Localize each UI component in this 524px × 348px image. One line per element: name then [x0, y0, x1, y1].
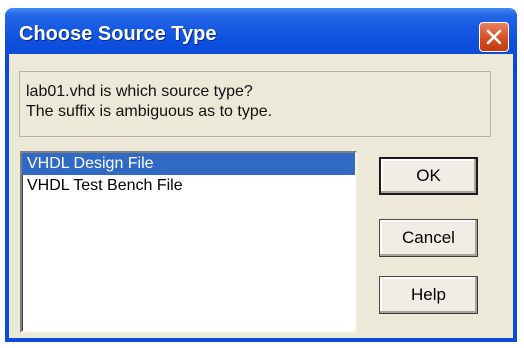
choose-source-type-dialog: Choose Source Type lab01.vhd is which so… [5, 8, 517, 342]
prompt-line-1: lab01.vhd is which source type? [26, 83, 253, 100]
ok-button[interactable]: OK [379, 157, 478, 195]
dialog-body: lab01.vhd is which source type? The suff… [9, 54, 513, 338]
list-item-vhdl-design-file[interactable]: VHDL Design File [22, 153, 355, 175]
close-button[interactable] [479, 22, 509, 52]
cancel-button[interactable]: Cancel [379, 219, 478, 257]
help-button[interactable]: Help [379, 276, 478, 314]
dialog-title: Choose Source Type [19, 23, 217, 45]
list-item-vhdl-test-bench-file[interactable]: VHDL Test Bench File [22, 175, 355, 197]
close-icon [486, 29, 502, 45]
prompt-message: lab01.vhd is which source type? The suff… [19, 71, 491, 137]
source-type-list[interactable]: VHDL Design File VHDL Test Bench File [20, 151, 357, 333]
prompt-line-2: The suffix is ambiguous as to type. [26, 103, 273, 120]
